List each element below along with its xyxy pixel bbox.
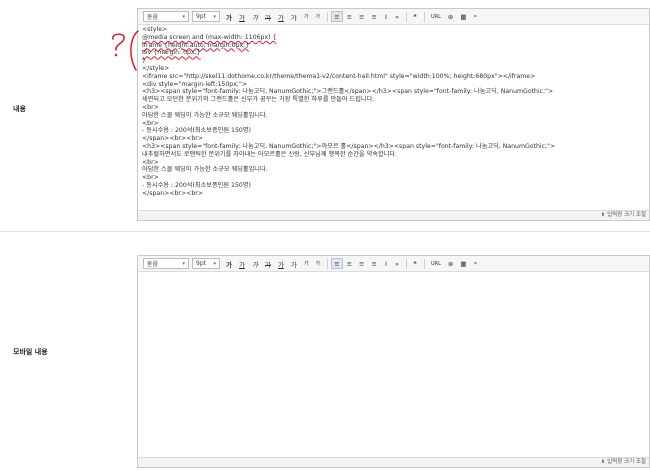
editor-text-area[interactable]	[138, 272, 649, 458]
row-divider	[0, 231, 650, 232]
resize-arrow-icon: ⬍	[600, 212, 606, 218]
editor-toolbar: 돋움 ▾ 9pt ▾ 가 가 가 가 가 가 가 가 ≡ ≡ ≡ ≡ Ⅰ » ❝ U…	[138, 256, 649, 272]
resize-handle[interactable]: ⬍ 입력창 크기 조절	[138, 457, 649, 467]
insert-table-button[interactable]: ▦	[457, 11, 469, 22]
strikethrough-button[interactable]: 가	[262, 258, 274, 269]
clear-format-button[interactable]: Ⅰ	[381, 258, 391, 269]
align-left-button[interactable]: ≡	[331, 258, 343, 269]
resize-handle[interactable]: ⬍ 입력창 크기 조절	[138, 210, 649, 220]
bold-button[interactable]: 가	[223, 11, 235, 22]
code-line: }	[142, 57, 146, 65]
chevron-down-icon: ▾	[182, 260, 185, 267]
font-size-select[interactable]: 9pt ▾	[192, 11, 220, 22]
special-char-button[interactable]: ⊛	[445, 11, 456, 22]
insert-table-button[interactable]: ▦	[457, 258, 469, 269]
toolbar-divider	[327, 11, 329, 22]
content-editor[interactable]: 돋움 ▾ 9pt ▾ 가 가 가 가 가 가 가 가 ≡ ≡ ≡ ≡ Ⅰ » ❝ U…	[137, 8, 650, 221]
font-family-select[interactable]: 돋움 ▾	[143, 11, 189, 22]
font-color-button[interactable]: 가	[275, 258, 287, 269]
code-line: iframe {height:auto; margin:0px;}	[142, 41, 250, 49]
mobile-content-label: 모바일 내용	[13, 348, 48, 356]
underline-button[interactable]: 가	[236, 11, 248, 22]
subscript-button[interactable]: 가	[313, 258, 324, 269]
align-left-button[interactable]: ≡	[331, 11, 343, 22]
superscript-button[interactable]: 가	[301, 258, 312, 269]
code-line: 내추럴하면서도 로맨틱한 분위기를 자아내는 아모르홀은 신랑, 신부님께 행복…	[142, 150, 398, 158]
align-right-button[interactable]: ≡	[356, 11, 367, 22]
font-color-button[interactable]: 가	[275, 11, 287, 22]
code-line: - 동시수용 : 200석(최소보증인원 150명)	[142, 181, 251, 189]
chevron-down-icon: ▾	[213, 13, 216, 20]
highlight-color-button[interactable]: 가	[288, 11, 300, 22]
find-replace-button[interactable]: ⌕	[470, 258, 480, 269]
align-right-button[interactable]: ≡	[356, 258, 367, 269]
code-line: div {margin: 0px;}	[142, 49, 201, 57]
code-line: 아담한 스몰 웨딩이 가능한 소규모 웨딩홀입니다.	[142, 111, 268, 119]
superscript-button[interactable]: 가	[301, 11, 312, 22]
quote-button[interactable]: ❝	[410, 258, 420, 269]
code-line: </style>	[142, 64, 170, 72]
italic-button[interactable]: 가	[249, 11, 261, 22]
toolbar-divider	[423, 258, 425, 269]
font-size-select[interactable]: 9pt ▾	[192, 258, 220, 269]
special-char-button[interactable]: ⊛	[445, 258, 456, 269]
code-line: <style>	[142, 26, 168, 33]
code-line: <br>	[142, 103, 159, 111]
toolbar-divider	[327, 258, 329, 269]
code-line: </span><br><br>	[142, 135, 203, 143]
subscript-button[interactable]: 가	[313, 11, 324, 22]
underline-button[interactable]: 가	[236, 258, 248, 269]
editor-toolbar: 돋움 ▾ 9pt ▾ 가 가 가 가 가 가 가 가 ≡ ≡ ≡ ≡ Ⅰ » ❝ U…	[138, 9, 649, 25]
code-line: <h3><span style="font-family: 나눔고딕, Nanu…	[142, 142, 556, 150]
annotation-mark: ?	[112, 30, 139, 71]
align-justify-button[interactable]: ≡	[368, 258, 379, 269]
code-line: <iframe src="http://skel11.dothome.co.kr…	[142, 72, 536, 80]
code-line: - 동시수용 : 200석(최소보증인원 150명)	[142, 127, 251, 135]
more-options-button[interactable]: »	[392, 258, 402, 269]
font-family-select[interactable]: 돋움 ▾	[143, 258, 189, 269]
align-center-button[interactable]: ≡	[344, 11, 355, 22]
more-options-button[interactable]: »	[392, 11, 402, 22]
code-line: 세련되고 모던한 분위기의 그랜드홀은 신부가 꿈꾸는 가장 특별한 하루를 만…	[142, 96, 375, 104]
italic-button[interactable]: 가	[249, 258, 261, 269]
insert-link-button[interactable]: URL	[428, 11, 444, 22]
toolbar-divider	[423, 11, 425, 22]
highlight-color-button[interactable]: 가	[288, 258, 300, 269]
align-justify-button[interactable]: ≡	[368, 11, 379, 22]
code-line: <h3><span style="font-family: 나눔고딕, Nanu…	[142, 88, 554, 96]
content-label: 내용	[13, 105, 26, 113]
code-line: 아담한 스몰 웨딩이 가능한 소규모 웨딩홀입니다.	[142, 166, 268, 174]
chevron-down-icon: ▾	[213, 260, 216, 267]
find-replace-button[interactable]: ⌕	[470, 11, 480, 22]
clear-format-button[interactable]: Ⅰ	[381, 11, 391, 22]
toolbar-divider	[405, 258, 407, 269]
resize-arrow-icon: ⬍	[600, 459, 606, 465]
mobile-content-editor[interactable]: 돋움 ▾ 9pt ▾ 가 가 가 가 가 가 가 가 ≡ ≡ ≡ ≡ Ⅰ » ❝ U…	[137, 255, 650, 468]
quote-button[interactable]: ❝	[410, 11, 420, 22]
toolbar-divider	[405, 11, 407, 22]
align-center-button[interactable]: ≡	[344, 258, 355, 269]
strikethrough-button[interactable]: 가	[262, 11, 274, 22]
insert-link-button[interactable]: URL	[428, 258, 444, 269]
chevron-down-icon: ▾	[182, 13, 185, 20]
code-line: </span><br><br>	[142, 189, 203, 197]
bold-button[interactable]: 가	[223, 258, 235, 269]
annotation-text: ?	[112, 64, 113, 66]
code-line: <br>	[142, 174, 159, 182]
code-line: @media screen and (max-width: 1106px) {	[142, 33, 277, 41]
editor-text-area[interactable]: <style> @media screen and (max-width: 11…	[138, 25, 649, 211]
